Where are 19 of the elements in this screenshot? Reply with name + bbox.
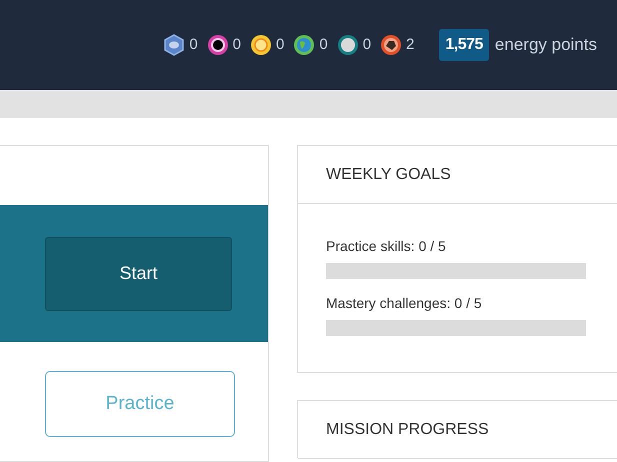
- energy-points-count: 1,575: [439, 29, 489, 61]
- panel-title: MISSION PROGRESS: [298, 401, 617, 459]
- globe-badge-icon: [293, 34, 316, 56]
- moon-badge-icon: [336, 34, 359, 56]
- sun-badge-icon: [250, 34, 272, 56]
- goal-label: Practice skills: 0 / 5: [326, 237, 447, 256]
- badge-count: 0: [232, 34, 241, 55]
- panel-title: WEEKLY GOALS: [298, 146, 617, 204]
- start-button[interactable]: Start: [45, 236, 232, 310]
- goal-label: Mastery challenges: 0 / 5: [326, 294, 483, 313]
- badge-count: 0: [362, 34, 372, 55]
- badge-count: 2: [406, 34, 414, 55]
- rock-badge-icon: [380, 34, 402, 56]
- hexagon-badge-icon: [163, 34, 186, 56]
- badge-count: 0: [189, 34, 198, 55]
- badge-count: 0: [276, 34, 284, 55]
- badge-count: 0: [319, 34, 328, 55]
- ring-badge-icon: [206, 34, 229, 56]
- energy-points-label: energy points: [494, 34, 597, 56]
